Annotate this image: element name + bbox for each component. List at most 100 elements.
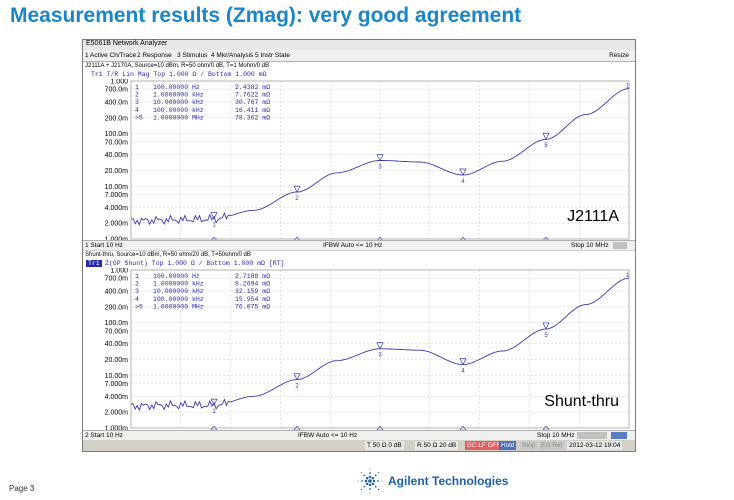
channel-2-trace-label: Z(GP Shunt) Top 1.000 Ω / Bottom 1.000 m… bbox=[105, 260, 285, 267]
marker-table-value: 2.4382 mΩ bbox=[235, 84, 270, 91]
t-port-status: T 50 Ω 0 dB bbox=[365, 441, 404, 450]
marker-table-freq: 10.000000 kHz bbox=[153, 288, 204, 295]
y-tick-label: 200.0m bbox=[105, 115, 129, 122]
y-tick-label: 100.0m bbox=[105, 131, 129, 138]
marker-table-number: 4 bbox=[135, 107, 139, 114]
marker-table-number: 3 bbox=[135, 288, 139, 295]
menu-item-active-ch-trace[interactable]: 1 Active Ch/Trace bbox=[85, 52, 136, 59]
ext-ref-status: Ext Ref bbox=[539, 441, 565, 450]
page-number: Page 3 bbox=[9, 484, 35, 493]
marker-table-freq: 100.00000 Hz bbox=[153, 84, 200, 91]
y-tick-label: 2.000m bbox=[105, 221, 129, 228]
marker-table-freq: 10.000000 kHz bbox=[153, 99, 204, 106]
y-tick-label: 2.000m bbox=[105, 410, 129, 417]
marker-table-number: 1 bbox=[135, 84, 139, 91]
trace-annotation: Shunt-thru bbox=[544, 393, 619, 410]
marker-table-value: 15.954 mΩ bbox=[235, 296, 270, 303]
menu-bar: 1 Active Ch/Trace 2 Response 3 Stimulus … bbox=[83, 50, 635, 62]
y-tick-label: 400.0m bbox=[105, 288, 129, 295]
marker-table-value: 2.7188 mΩ bbox=[235, 273, 270, 280]
window-title: E5061B Network Analyzer bbox=[86, 40, 168, 47]
y-tick-label: 700.0m bbox=[105, 276, 129, 283]
marker-table-value: 76.075 mΩ bbox=[235, 303, 270, 310]
channel-1-panel[interactable]: J2111A + J2170A, Source=10 dBm, R=50 ohm… bbox=[83, 62, 635, 250]
channel-2-header-text: Shunt-thru, Source=10 dBm, R=50 ohm/20 d… bbox=[85, 252, 251, 258]
y-tick-label: 40.00m bbox=[105, 341, 129, 348]
y-tick-label: 70.00m bbox=[105, 328, 129, 335]
marker-table-value: 30.767 mΩ bbox=[235, 99, 270, 106]
channel-2-cal-indicator bbox=[577, 432, 607, 439]
slide-title: Measurement results (Zmag): very good ag… bbox=[10, 4, 522, 27]
channel-1-trace-header[interactable]: Tr1 T/R Lin Mag Top 1.000 Ω / Bottom 1.0… bbox=[83, 71, 635, 79]
company-name: Agilent Technologies bbox=[388, 474, 509, 488]
channel-2-status-indicator bbox=[611, 432, 627, 439]
marker-table-value: 8.2694 mΩ bbox=[235, 281, 270, 288]
channel-2-plot[interactable]: 1.000700.0m 400.0m 200.0m 100.0m70.00m 40.00… bbox=[83, 268, 635, 430]
channel-1-status-bar: 1 Start 10 Hz IFBW Auto <= 10 Hz Stop 10… bbox=[83, 240, 635, 250]
y-tick-label: 10.00m bbox=[105, 373, 129, 380]
channel-2-trace-header[interactable]: Tr1 Z(GP Shunt) Top 1.000 Ω / Bottom 1.0… bbox=[83, 260, 635, 268]
y-tick-label: 20.00m bbox=[105, 357, 129, 364]
menu-item-response[interactable]: 2 Response bbox=[137, 52, 172, 59]
marker-table-number: 2 bbox=[135, 281, 139, 288]
marker-table-freq: 1.0000000 MHz bbox=[153, 114, 204, 121]
channel-1-trace-label: Tr1 T/R Lin Mag Top 1.000 Ω / Bottom 1.0… bbox=[91, 71, 267, 78]
y-tick-label: 20.00m bbox=[105, 168, 129, 175]
trace-end-marker: 1 bbox=[626, 84, 630, 90]
network-analyzer-window: E5061B Network Analyzer 1 Active Ch/Trac… bbox=[82, 39, 636, 452]
channel-1-header-text: J2111A + J2170A, Source=10 dBm, R=50 ohm… bbox=[85, 63, 270, 69]
channel-1-header: J2111A + J2170A, Source=10 dBm, R=50 ohm… bbox=[83, 62, 635, 71]
y-tick-label: 70.00m bbox=[105, 139, 129, 146]
channel-2-ifbw: IFBW Auto <= 10 Hz bbox=[298, 432, 358, 439]
datetime: 2012-03-12 19:04 bbox=[567, 441, 623, 450]
y-tick-label: 7.000m bbox=[105, 192, 129, 199]
instrument-status-bar: T 50 Ω 0 dB R 50 Ω 20 dB DC LF OFF Hold … bbox=[83, 440, 635, 451]
marker-table-value: 78.362 mΩ bbox=[235, 114, 270, 121]
channel-2-status-bar: 2 Start 10 Hz IFBW Auto <= 10 Hz Stop 10… bbox=[83, 430, 635, 440]
channel-2-panel[interactable]: Shunt-thru, Source=10 dBm, R=50 ohm/20 d… bbox=[83, 251, 635, 440]
marker-table-number: >5 bbox=[135, 114, 143, 121]
marker-table-freq: 100.00000 Hz bbox=[153, 273, 200, 280]
marker-table-number: 2 bbox=[135, 92, 139, 99]
channel-1-off-indicator bbox=[613, 242, 627, 249]
marker-table-value: 32.159 mΩ bbox=[235, 288, 270, 295]
channel-2-header: Shunt-thru, Source=10 dBm, R=50 ohm/20 d… bbox=[83, 251, 635, 260]
resize-button[interactable]: Resize bbox=[609, 52, 629, 59]
y-tick-label: 10.00m bbox=[105, 184, 129, 191]
menu-item-mkr-analysis[interactable]: 4 Mkr/Analysis bbox=[211, 52, 253, 59]
marker-table-freq: 1.0000000 MHz bbox=[153, 303, 204, 310]
y-tick-label: 7.000m bbox=[105, 381, 129, 388]
y-tick-label: 1.000 bbox=[110, 79, 128, 86]
y-tick-label: 1.000 bbox=[110, 268, 128, 275]
channel-2-stop-freq: Stop 10 MHz bbox=[537, 432, 575, 439]
marker-table-value: 7.7622 mΩ bbox=[235, 92, 270, 99]
agilent-spark-logo-icon bbox=[357, 468, 383, 494]
r-port-status: R 50 Ω 20 dB bbox=[415, 441, 459, 450]
channel-2-start-freq: 2 Start 10 Hz bbox=[85, 432, 123, 439]
marker-table-number: 3 bbox=[135, 99, 139, 106]
y-tick-label: 200.0m bbox=[105, 304, 129, 311]
menu-item-stimulus[interactable]: 3 Stimulus bbox=[177, 52, 207, 59]
y-tick-label: 4.000m bbox=[105, 205, 129, 212]
marker-table-value: 16.411 mΩ bbox=[235, 107, 270, 114]
window-titlebar[interactable]: E5061B Network Analyzer bbox=[83, 40, 635, 50]
menu-item-instr-state[interactable]: 5 Instr State bbox=[255, 52, 290, 59]
channel-1-stop-freq: Stop 10 MHz bbox=[571, 242, 609, 249]
marker-table-freq: 1.0000000 kHz bbox=[153, 281, 204, 288]
channel-1-start-freq: 1 Start 10 Hz bbox=[85, 242, 123, 249]
hold-status[interactable]: Hold bbox=[499, 441, 517, 450]
dc-lf-status: DC LF OFF bbox=[465, 441, 503, 450]
trace-annotation: J2111A bbox=[567, 208, 619, 225]
y-tick-label: 100.0m bbox=[105, 320, 129, 327]
channel-2-trace-tag[interactable]: Tr1 bbox=[86, 260, 102, 267]
marker-table-freq: 100.00000 kHz bbox=[153, 296, 204, 303]
y-tick-label: 400.0m bbox=[105, 99, 129, 106]
y-tick-label: 40.00m bbox=[105, 152, 129, 159]
marker-table-number: 4 bbox=[135, 296, 139, 303]
channel-1-ifbw: IFBW Auto <= 10 Hz bbox=[323, 242, 383, 249]
channel-1-plot[interactable]: 1.000700.0m 400.0m 200.0m 100.0m70.00m 40.00… bbox=[83, 79, 635, 241]
marker-table-freq: 100.00000 kHz bbox=[153, 107, 204, 114]
marker-table-freq: 1.0000000 kHz bbox=[153, 92, 204, 99]
y-tick-label: 700.0m bbox=[105, 87, 129, 94]
y-tick-label: 4.000m bbox=[105, 394, 129, 401]
